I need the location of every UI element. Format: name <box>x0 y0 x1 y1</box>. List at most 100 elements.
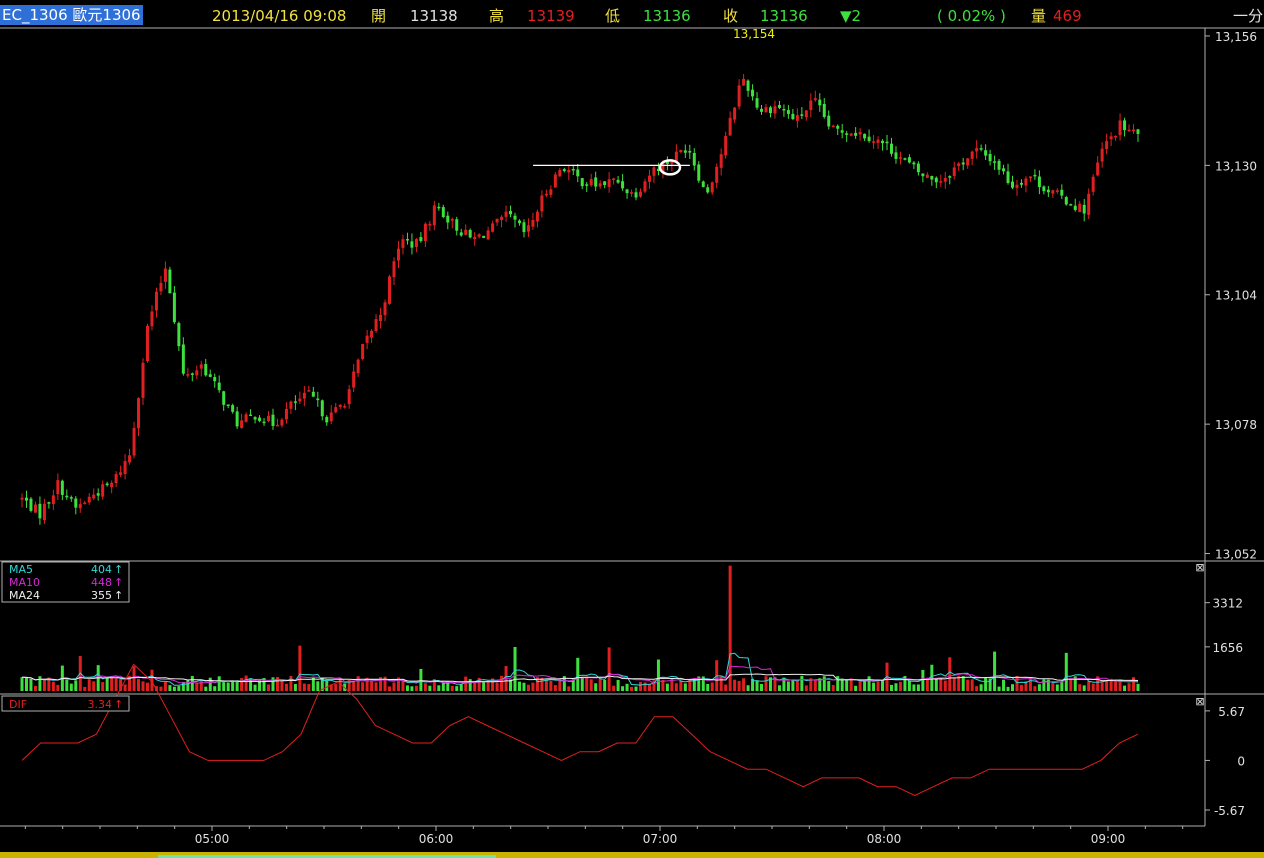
candle-body <box>137 398 141 429</box>
candle-body <box>141 362 145 398</box>
candle-body <box>190 373 194 375</box>
volume-bar <box>1033 686 1037 691</box>
price-chart[interactable]: 13,15413,053 MA5404↑MA10448↑MA24355↑⊠ DI… <box>0 0 1264 858</box>
volume-bar <box>549 680 553 691</box>
candle-body <box>83 502 87 505</box>
volume-bar <box>1069 679 1073 691</box>
candle-body <box>374 319 378 332</box>
candle-body <box>320 400 324 417</box>
candle-body <box>988 153 992 162</box>
candle-body <box>728 117 732 136</box>
volume-bar <box>1006 686 1010 691</box>
volume-bar <box>625 683 629 691</box>
dif-line <box>21 663 1139 796</box>
volume-bar <box>186 680 190 691</box>
candle-body <box>307 390 311 392</box>
candle-body <box>894 152 898 159</box>
volume-tick-label: 1656 <box>1212 641 1243 655</box>
volume-bar <box>428 685 432 691</box>
volume-bar <box>163 681 167 691</box>
volume-bar <box>450 685 454 691</box>
candle-body <box>939 181 943 183</box>
volume-bar <box>181 681 185 691</box>
volume-bar <box>634 686 638 691</box>
candle-body <box>38 503 42 519</box>
candle-body <box>522 222 526 233</box>
volume-bar <box>517 681 521 691</box>
candle-body <box>768 107 772 114</box>
candle-body <box>930 175 934 180</box>
price-tick-label: 13,156 <box>1215 30 1257 44</box>
volume-bar <box>764 676 768 691</box>
volume-bar <box>553 685 557 691</box>
volume-bar <box>952 677 956 691</box>
volume-bar <box>316 681 320 691</box>
volume-bar <box>298 645 302 691</box>
candle-body <box>531 219 535 227</box>
volume-bar <box>56 684 60 691</box>
legend-arrow-ma10: ↑ <box>114 576 123 589</box>
volume-bar <box>38 676 42 691</box>
candle-body <box>446 215 450 223</box>
volume-bar <box>473 682 477 691</box>
volume-bar <box>997 686 1001 691</box>
volume-bar <box>1011 684 1015 691</box>
volume-bar <box>916 684 920 691</box>
volume-bar <box>616 679 620 691</box>
volume-bar <box>500 675 504 691</box>
candle-body <box>47 502 51 504</box>
volume-bar <box>168 685 172 691</box>
price-tick-label: 13,078 <box>1215 418 1257 432</box>
volume-bar <box>1087 681 1091 691</box>
volume-bar <box>719 676 723 691</box>
candle-body <box>715 166 719 183</box>
volume-bar <box>352 681 356 691</box>
candle-body <box>603 181 607 186</box>
candle-body <box>1033 174 1037 177</box>
volume-bar <box>159 686 163 691</box>
volume-bar <box>284 683 288 691</box>
candle-body <box>101 484 105 497</box>
candle-body <box>934 177 938 183</box>
candle-body <box>271 414 275 426</box>
candle-body <box>419 237 423 242</box>
candle-body <box>1024 178 1028 186</box>
dif-tick-label: 5.67 <box>1218 705 1245 719</box>
dif-legend-value: 3.34 <box>88 698 113 711</box>
candle-body <box>692 152 696 166</box>
candle-body <box>1114 135 1118 138</box>
candle-body <box>275 424 279 427</box>
volume-bar <box>311 677 315 691</box>
volume-bar <box>881 679 885 691</box>
legend-value-ma5: 404 <box>91 563 112 576</box>
volume-bar <box>898 681 902 691</box>
volume-bar <box>1127 683 1131 691</box>
candle-body <box>751 89 755 97</box>
candle-body <box>432 205 436 226</box>
candle-body <box>204 364 208 376</box>
candle-body <box>683 150 687 153</box>
candle-body <box>123 461 127 475</box>
candle-body <box>105 483 109 486</box>
candle-body <box>639 191 643 197</box>
volume-bar <box>423 683 427 691</box>
volume-bar <box>141 681 145 691</box>
candle-body <box>612 178 616 180</box>
volume-bar <box>24 677 28 691</box>
candle-body <box>589 179 593 186</box>
candle-body <box>674 151 678 161</box>
legend-value-ma24: 355 <box>91 589 112 602</box>
volume-bar <box>975 686 979 691</box>
volume-bar <box>334 684 338 691</box>
bottom-scrollbar[interactable] <box>0 852 1264 858</box>
dif-legend-arrow: ↑ <box>114 698 123 711</box>
volume-bar <box>65 679 69 691</box>
candle-body <box>688 151 692 153</box>
candle-body <box>217 382 221 391</box>
candle-body <box>1046 189 1050 193</box>
candle-body <box>482 235 486 238</box>
volume-bar <box>822 676 826 691</box>
candle-body <box>379 314 383 322</box>
candle-body <box>827 115 831 127</box>
candle-body <box>1019 182 1023 185</box>
